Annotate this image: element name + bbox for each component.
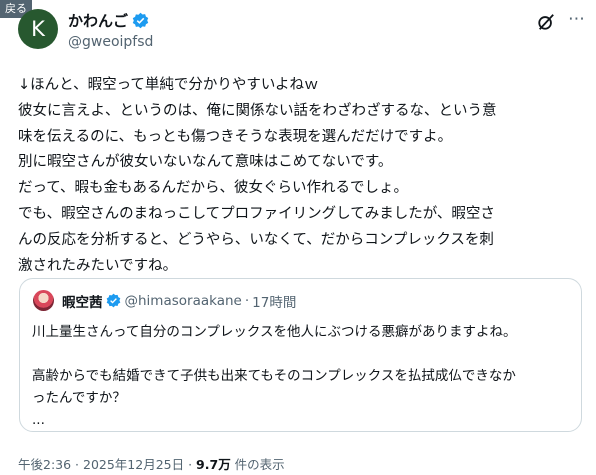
tweet-text: ↓ほんと、暇空って単純で分かりやすいよねｗ 彼女に言えよ、というのは、俺に関係な… — [18, 73, 590, 279]
tweet-timestamp[interactable]: 午後2:36 · 2025年12月25日 · — [18, 457, 196, 472]
author-display-name[interactable]: かわんご — [68, 10, 128, 31]
tweet-text-line: 激されたみたいですね。 — [18, 257, 178, 274]
view-count: 9.7万 — [196, 457, 231, 472]
tweet-text-line: でも、暇空さんのまねっこしてプロファイリングしてみましたが、暇空さ — [18, 205, 495, 222]
tweet-text-line: 彼女に言えよ、というのは、俺に関係ない話をわざわざするな、という意 — [18, 102, 497, 119]
more-options-icon[interactable]: ⋯ — [568, 9, 586, 29]
view-count-label: 件の表示 — [230, 457, 285, 472]
quoted-text-line: ったんですか？ — [32, 390, 126, 406]
grok-icon[interactable] — [537, 13, 555, 31]
author-avatar[interactable]: K — [18, 9, 58, 49]
verified-badge-icon — [106, 293, 120, 308]
quoted-text-line: ... — [32, 412, 45, 428]
quoted-author-display-name: 暇空茜 — [62, 294, 103, 311]
quoted-text-line: 高齢からでも結婚できて子供も出来てもそのコンプレックスを払拭成仏できなか — [32, 368, 516, 384]
author-info: かわんご @gweoipfsd — [68, 10, 153, 51]
tweet-text-line: んの反応を分析すると、どうやら、いなくて、だからコンプレックスを刺 — [18, 231, 494, 248]
author-handle[interactable]: @gweoipfsd — [68, 34, 153, 50]
tweet-text-line: だって、暇も金もあるんだから、彼女ぐらい作れるでしょ。 — [18, 180, 409, 197]
quoted-tweet-text: 川上量生さんって自分のコンプレックスを他人にぶつける悪癖がありますよね。 高齢か… — [32, 321, 577, 431]
tweet-text-line: ↓ほんと、暇空って単純で分かりやすいよねｗ — [18, 77, 319, 93]
tweet-meta: 午後2:36 · 2025年12月25日 · 9.7万 件の表示 — [18, 454, 285, 473]
tweet-text-line: 別に暇空さんが彼女いないなんて意味はこめてないです。 — [18, 154, 393, 171]
quoted-author-avatar — [33, 290, 54, 311]
quoted-tweet[interactable]: 暇空茜 @himasoraakane · 17時間 川上量生さんって自分のコンプ… — [19, 278, 582, 432]
quoted-text-line: 川上量生さんって自分のコンプレックスを他人にぶつける悪癖がありますよね。 — [32, 324, 517, 340]
tweet-text-line: 味を伝えるのに、もっとも傷つきそうな表現を選んだだけですよ。 — [18, 128, 453, 145]
verified-badge-icon — [132, 12, 149, 28]
quoted-author-handle: @himasoraakane — [124, 292, 242, 309]
quoted-tweet-header: 暇空茜 @himasoraakane · 17時間 — [33, 290, 296, 311]
quoted-tweet-time: 17時間 — [252, 294, 297, 311]
quoted-text-line — [32, 343, 577, 365]
separator-dot: · — [244, 292, 250, 309]
